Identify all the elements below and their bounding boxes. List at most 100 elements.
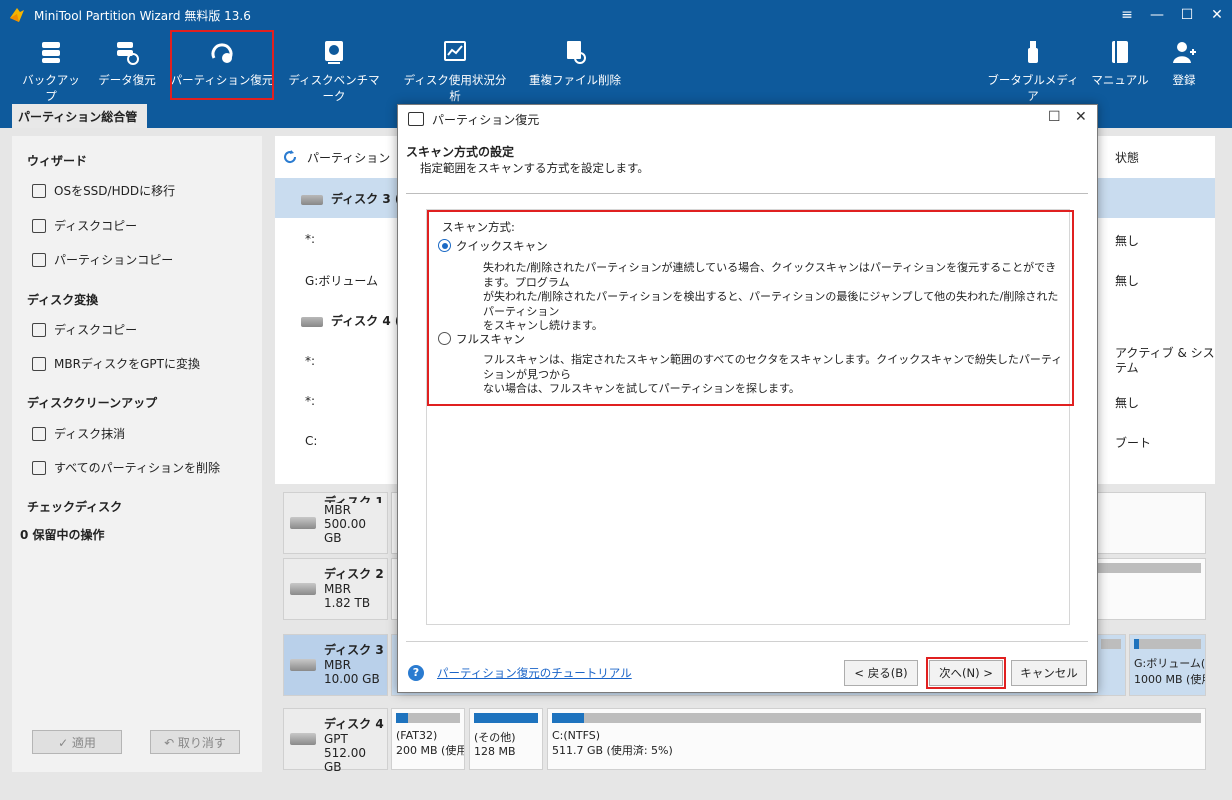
toolbar-bootable-media-button[interactable]: ブータブルメディア <box>986 30 1080 103</box>
row-status: 無し <box>1115 234 1140 248</box>
partition-label: G:ボリューム(N <box>1134 657 1206 670</box>
refresh-icon[interactable] <box>283 150 297 164</box>
toolbar-partition-recovery-label: パーティション復元 <box>170 73 274 87</box>
usage-bar <box>474 713 538 723</box>
row-name: *: <box>305 394 316 408</box>
partition-recovery-dialog: パーティション復元 ☐ ✕ スキャン方式の設定 指定範囲をスキャンする方式を設定… <box>397 104 1098 693</box>
dialog-subheading: 指定範囲をスキャンする方式を設定します。 <box>420 161 649 175</box>
disk-style: GPT <box>324 732 348 746</box>
menu-icon[interactable]: ≡ <box>1112 0 1142 30</box>
row-name: G:ボリューム <box>305 274 378 288</box>
sidebar-item-label: すべてのパーティションを削除 <box>54 461 220 475</box>
bootable-media-icon <box>1028 41 1038 63</box>
usage-bar <box>1096 563 1201 573</box>
toolbar-space-analyzer-label: ディスク使用状況分析 <box>403 73 507 103</box>
partition-block[interactable]: C:(NTFS) 511.7 GB (使用済: 5%) <box>547 708 1206 770</box>
disk-size: 10.00 GB <box>324 672 380 686</box>
app-logo-icon <box>10 8 24 22</box>
help-icon[interactable]: ? <box>408 665 424 681</box>
toolbar-register-button[interactable]: 登録 <box>1160 30 1208 100</box>
sidebar-item-mbr-to-gpt[interactable]: MBRディスクをGPTに変換 <box>32 355 200 372</box>
partition-label: (FAT32) <box>396 729 438 742</box>
data-recovery-icon <box>117 42 139 65</box>
trash-icon <box>32 460 46 475</box>
next-button[interactable]: 次へ(N) > <box>926 657 1006 689</box>
desc-line: フルスキャンは、指定されたスキャン範囲のすべてのセクタをスキャンします。クイック… <box>483 353 1063 381</box>
full-scan-label[interactable]: フルスキャン <box>456 331 525 347</box>
sidebar-item-wipe-disk[interactable]: ディスク抹消 <box>32 425 125 442</box>
toolbar-disk-benchmark-button[interactable]: ディスクベンチマーク <box>284 30 384 103</box>
desc-line: ない場合は、フルスキャンを試してパーティションを探します。 <box>483 382 800 395</box>
partition-block[interactable]: (その他) 128 MB <box>469 708 543 770</box>
disk-style: MBR <box>324 582 351 596</box>
desc-line: をスキャンし続けます。 <box>483 319 603 332</box>
hard-drive-icon <box>290 659 316 671</box>
toolbar-space-analyzer-button[interactable]: ディスク使用状況分析 <box>398 30 512 103</box>
partition-block[interactable]: G:ボリューム(N 1000 MB (使用 <box>1129 634 1206 696</box>
sidebar-item-copy-disk-2[interactable]: ディスクコピー <box>32 321 137 338</box>
sidebar-item-delete-all-partitions[interactable]: すべてのパーティションを削除 <box>32 459 220 476</box>
disk-benchmark-icon <box>325 41 343 64</box>
disk-label[interactable]: ディスク 4 GPT 512.00 GB <box>283 708 388 774</box>
window-title: MiniTool Partition Wizard 無料版 13.6 <box>34 8 251 23</box>
usage-bar <box>396 713 460 723</box>
disk-name: ディスク 4 <box>324 717 384 731</box>
quick-scan-radio[interactable] <box>438 239 451 252</box>
partition-size: 128 MB <box>474 745 516 758</box>
toolbar-manual-button[interactable]: マニュアル <box>1090 30 1150 100</box>
undo-button[interactable]: ↶ 取り消す <box>150 730 240 754</box>
hard-drive-icon <box>290 583 316 595</box>
sidebar-item-copy-partition[interactable]: パーティションコピー <box>32 251 173 268</box>
eraser-icon <box>32 426 46 441</box>
space-analyzer-icon <box>444 41 466 61</box>
close-button[interactable]: ✕ <box>1202 0 1232 30</box>
copy-disk-icon <box>32 322 46 337</box>
partition-label: C:(NTFS) <box>552 729 601 742</box>
hard-drive-icon <box>290 517 316 529</box>
disk-label[interactable]: ディスク 2 MBR 1.82 TB <box>283 558 388 620</box>
dialog-close-button[interactable]: ✕ <box>1075 109 1087 125</box>
toolbar-bootable-media-label: ブータブルメディア <box>987 73 1079 103</box>
row-status: 無し <box>1115 274 1140 288</box>
partition-size: 511.7 GB (使用済: 5%) <box>552 744 673 757</box>
disk-row-4[interactable]: ディスク 4 GPT 512.00 GB (FAT32) 200 MB (使用 (その… <box>283 708 1208 774</box>
row-name: C: <box>305 434 318 448</box>
toolbar-disk-benchmark-label: ディスクベンチマーク <box>288 73 380 103</box>
disk-icon <box>301 316 323 327</box>
sidebar-item-copy-disk[interactable]: ディスクコピー <box>32 217 137 234</box>
back-button[interactable]: < 戻る(B) <box>844 660 918 686</box>
divider <box>406 193 1088 194</box>
toolbar-partition-recovery-button[interactable]: パーティション復元 <box>170 30 274 100</box>
duplicate-file-icon <box>567 41 586 64</box>
dialog-maximize-button[interactable]: ☐ <box>1048 109 1061 125</box>
toolbar-backup-button[interactable]: バックアップ <box>18 30 84 103</box>
register-icon <box>1173 42 1196 63</box>
disk-label[interactable]: ディスク 1 MBR 500.00 GB <box>283 492 388 554</box>
toolbar-register-label: 登録 <box>1172 73 1196 87</box>
copy-partition-icon <box>32 252 46 267</box>
tutorial-link[interactable]: パーティション復元のチュートリアル <box>437 665 632 681</box>
status-column-header[interactable]: 状態 <box>1115 136 1139 178</box>
quick-scan-label[interactable]: クイックスキャン <box>456 238 548 254</box>
convert-mbr-gpt-icon <box>32 356 46 371</box>
row-name: *: <box>305 354 316 368</box>
cancel-button[interactable]: キャンセル <box>1011 660 1087 686</box>
partition-block[interactable]: (FAT32) 200 MB (使用 <box>391 708 465 770</box>
toolbar-duplicate-file-button[interactable]: 重複ファイル削除 <box>528 30 622 100</box>
title-bar: MiniTool Partition Wizard 無料版 13.6 ≡ — ☐… <box>0 0 1232 30</box>
row-status: 無し <box>1115 396 1140 410</box>
tab-partition-management[interactable]: パーティション総合管理 <box>12 104 147 141</box>
maximize-button[interactable]: ☐ <box>1172 0 1202 30</box>
disk-label[interactable]: ディスク 3 MBR 10.00 GB <box>283 634 388 696</box>
sidebar-item-label: ディスクコピー <box>54 219 138 233</box>
desc-line: 失われた/削除されたパーティションが連続している場合、クイックスキャンはパーティ… <box>483 261 1057 289</box>
disk-name: ディスク 3 <box>324 643 384 657</box>
apply-button[interactable]: ✓ 適用 <box>32 730 122 754</box>
toolbar-data-recovery-button[interactable]: データ復元 <box>94 30 160 100</box>
full-scan-radio[interactable] <box>438 332 451 345</box>
toolbar-duplicate-file-label: 重複ファイル削除 <box>529 73 621 87</box>
minimize-button[interactable]: — <box>1142 0 1172 30</box>
dialog-heading: スキャン方式の設定 <box>406 145 515 159</box>
sidebar-item-migrate-os[interactable]: OSをSSD/HDDに移行 <box>32 182 175 199</box>
partition-column-header[interactable]: パーティション <box>307 149 390 166</box>
